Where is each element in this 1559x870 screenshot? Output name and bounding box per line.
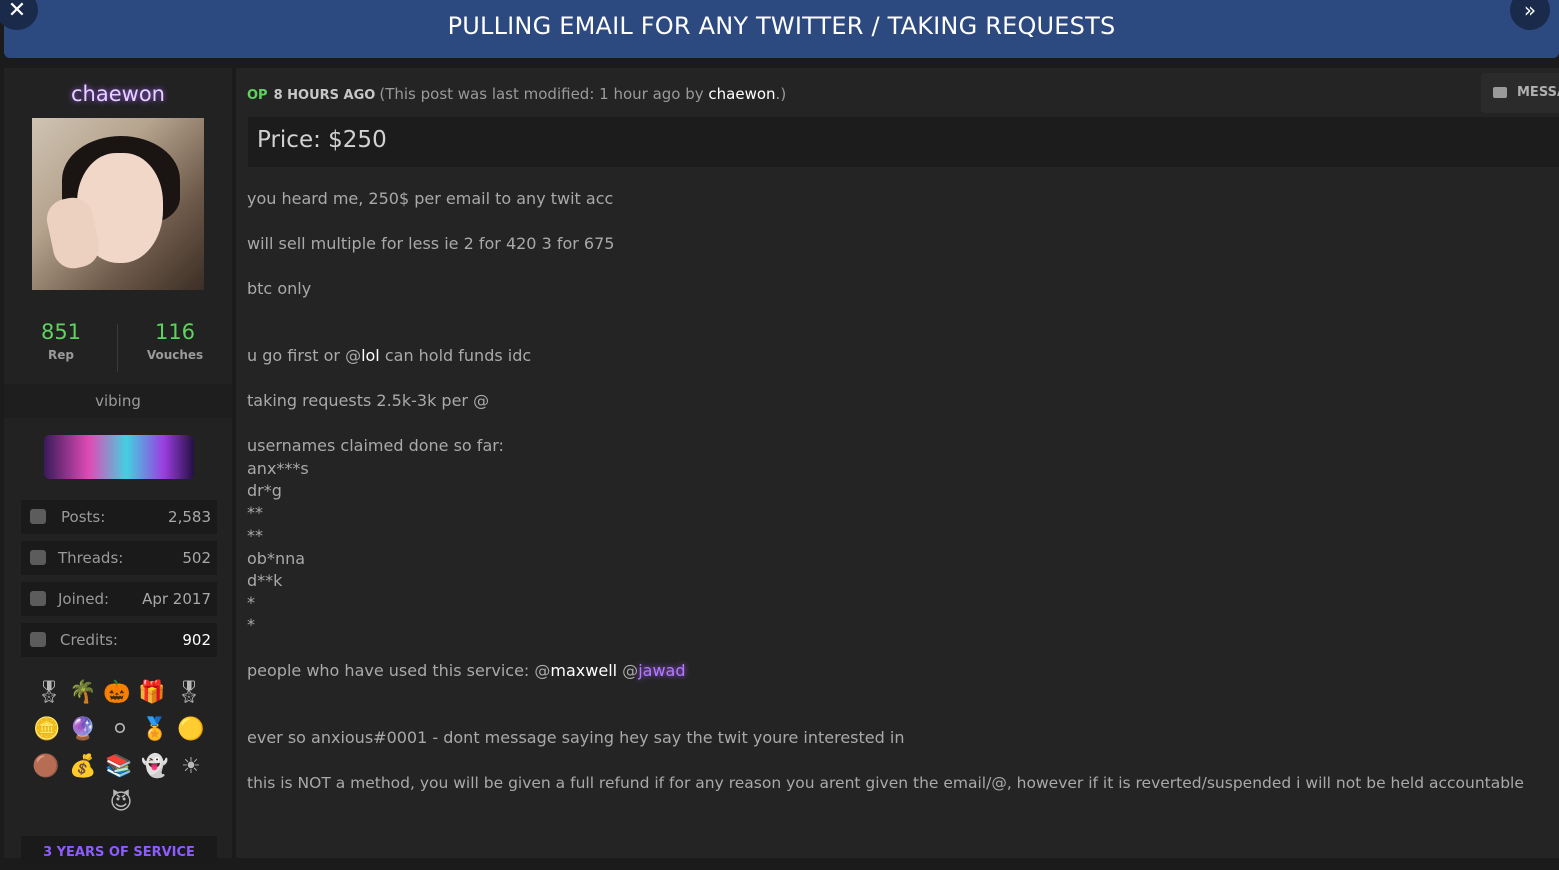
avatar[interactable] xyxy=(32,118,204,290)
thread-title: PULLING EMAIL FOR ANY TWITTER / TAKING R… xyxy=(447,12,1116,40)
years-of-service-badge: 3 YEARS OF SERVICE xyxy=(21,836,217,864)
award-ghost-icon[interactable]: 👻 xyxy=(141,754,168,780)
message-button-label: MESSAGE xyxy=(1517,85,1559,100)
award-brown-icon[interactable]: 🟤 xyxy=(32,754,59,780)
username-list-item: ob*nna xyxy=(247,549,306,568)
info-joined-value: Apr 2017 xyxy=(142,590,211,608)
price-text: Price: $250 xyxy=(257,127,387,153)
op-badge: OP xyxy=(247,88,268,103)
award-palm-tree-icon[interactable]: 🌴 xyxy=(69,680,96,706)
envelope-icon xyxy=(1493,87,1507,98)
user-banner-image xyxy=(44,435,194,479)
rep-label: Rep xyxy=(48,348,74,362)
vouches-value: 116 xyxy=(154,320,196,344)
user-stats: 851 Rep 116 Vouches xyxy=(4,320,232,380)
username-list-item: * xyxy=(247,615,255,634)
calendar-icon xyxy=(30,591,46,606)
username-list-item: ** xyxy=(247,503,263,522)
thread-title-bar: PULLING EMAIL FOR ANY TWITTER / TAKING R… xyxy=(4,0,1559,58)
info-threads: Threads: 502 xyxy=(21,541,217,575)
award-star-medal-icon[interactable]: 🎖 xyxy=(175,680,203,706)
text: @ xyxy=(617,661,639,680)
credits-icon xyxy=(30,632,46,647)
post-line: usernames claimed done so far: xyxy=(247,436,504,455)
post-line: ever so anxious#0001 - dont message sayi… xyxy=(247,728,905,747)
award-gold-coin-icon[interactable]: 🪙 xyxy=(33,717,60,743)
award-stack-icon[interactable]: 📚 xyxy=(105,754,132,780)
info-posts: Posts: 2,583 xyxy=(21,500,217,534)
modified-prefix: (This post was last modified: 1 hour ago… xyxy=(379,85,709,103)
award-blue-medal-icon[interactable]: 🏅 xyxy=(141,717,168,743)
threads-icon xyxy=(30,550,46,565)
info-threads-label: Threads: xyxy=(58,549,124,567)
username-list-item: anx***s xyxy=(247,459,309,478)
posts-icon xyxy=(30,509,46,524)
award-sun-icon[interactable]: ☀ xyxy=(178,754,204,780)
mention-jawad[interactable]: jawad xyxy=(638,661,685,680)
rep-stat[interactable]: 851 Rep xyxy=(4,320,118,362)
username-list-item: ** xyxy=(247,526,263,545)
username-list-item: * xyxy=(247,593,255,612)
info-posts-label: Posts: xyxy=(61,508,106,526)
post-meta: OP 8 HOURS AGO (This post was last modifie… xyxy=(247,85,786,103)
username-list-item: d**k xyxy=(247,571,283,590)
post-body: OP 8 HOURS AGO (This post was last modifie… xyxy=(236,68,1559,858)
award-pile-icon[interactable]: 💰 xyxy=(69,754,96,780)
user-title: vibing xyxy=(4,384,232,418)
info-joined: Joined: Apr 2017 xyxy=(21,582,217,616)
award-coin-icon[interactable]: 🟡 xyxy=(177,717,204,743)
post-line: u go first or @lol can hold funds idc xyxy=(247,346,531,365)
award-pumpkin-icon[interactable]: 🎃 xyxy=(103,680,130,706)
post-line: people who have used this service: @maxw… xyxy=(247,661,685,680)
award-devil-icon[interactable]: 😈 xyxy=(108,790,134,816)
message-button[interactable]: MESSAGE xyxy=(1481,73,1559,113)
info-joined-label: Joined: xyxy=(58,590,110,608)
vouches-stat[interactable]: 116 Vouches xyxy=(118,320,232,362)
post-time[interactable]: 8 HOURS AGO xyxy=(274,88,376,103)
user-sidebar: chaewon 851 Rep 116 Vouches vibing Posts… xyxy=(4,68,232,864)
award-medal-icon[interactable]: 🎖 xyxy=(35,680,63,706)
post-line: will sell multiple for less ie 2 for 420… xyxy=(247,234,615,253)
username-list-item: dr*g xyxy=(247,481,282,500)
username[interactable]: chaewon xyxy=(4,82,232,106)
info-threads-value: 502 xyxy=(182,549,211,567)
modified-by-user[interactable]: chaewon xyxy=(708,85,775,103)
award-gift-icon[interactable]: 🎁 xyxy=(138,680,165,706)
info-credits-label: Credits: xyxy=(60,631,118,649)
modified-suffix: .) xyxy=(775,85,787,103)
award-purple-orb-icon[interactable]: 🔮 xyxy=(69,717,96,743)
post-line: taking requests 2.5k-3k per @ xyxy=(247,391,490,410)
text: can hold funds idc xyxy=(379,346,532,365)
price-box: Price: $250 xyxy=(248,117,1559,167)
rep-value: 851 xyxy=(40,320,82,344)
text: u go first or @ xyxy=(247,346,362,365)
text: people who have used this service: @ xyxy=(247,661,551,680)
info-credits-value: 902 xyxy=(182,631,211,649)
post-line: btc only xyxy=(247,279,312,298)
info-credits: Credits: 902 xyxy=(21,623,217,657)
mention-lol[interactable]: lol xyxy=(361,346,380,365)
vouches-label: Vouches xyxy=(146,348,204,362)
award-silver-coin-icon[interactable]: ⚪ xyxy=(107,717,133,743)
post-line: this is NOT a method, you will be given … xyxy=(247,774,1524,792)
post-line: you heard me, 250$ per email to any twit… xyxy=(247,189,614,208)
info-posts-value: 2,583 xyxy=(168,508,211,526)
mention-maxwell[interactable]: maxwell xyxy=(550,661,617,680)
